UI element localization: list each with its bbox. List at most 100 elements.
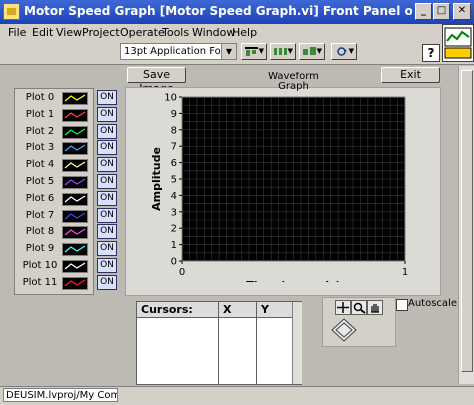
font-selector[interactable]: 13pt Application Font ▼ xyxy=(120,43,237,60)
plot-legend-row[interactable]: Plot 1 xyxy=(15,108,93,124)
plot-line-swatch[interactable] xyxy=(62,276,88,290)
x-tick-label: 1 xyxy=(402,267,408,278)
plot-name-label: Plot 9 xyxy=(25,243,55,255)
plot-legend: Plot 0 Plot 1 Plot 2 Plot 3 Plot 4 Plot 5 Plot… xyxy=(14,88,94,295)
scrollbar-thumb[interactable] xyxy=(461,70,473,372)
menu-operate[interactable]: Operate xyxy=(120,26,165,39)
reorder-icon xyxy=(337,47,347,56)
plot-line-swatch[interactable] xyxy=(62,125,88,139)
labview-app-icon xyxy=(3,3,20,20)
y-tick-label: 1 xyxy=(171,240,177,251)
plot-line-swatch[interactable] xyxy=(62,92,88,105)
plot-line-swatch[interactable] xyxy=(62,176,88,189)
minimize-button[interactable]: _ xyxy=(415,3,432,20)
context-help-button[interactable]: ? xyxy=(422,44,440,62)
plot-legend-row[interactable]: Plot 0 xyxy=(15,91,93,107)
dropdown-arrow-icon: ▼ xyxy=(348,47,354,55)
plot-name-label: Plot 7 xyxy=(25,209,55,221)
plot-name-label: Plot 0 xyxy=(25,92,55,103)
plot-line-swatch[interactable] xyxy=(62,260,88,273)
plot-on-button[interactable]: ON xyxy=(97,157,117,173)
menu-edit[interactable]: Edit xyxy=(32,26,53,39)
distribute-objects-button[interactable]: ▼ xyxy=(270,43,296,60)
plot-name-label: Plot 1 xyxy=(25,108,55,120)
plot-on-button[interactable]: ON xyxy=(97,90,117,105)
dropdown-arrow-icon: ▼ xyxy=(287,47,293,55)
plot-on-button[interactable]: ON xyxy=(97,140,117,156)
menu-project[interactable]: Project xyxy=(82,26,120,39)
plot-legend-row[interactable]: Plot 8 xyxy=(15,225,93,241)
plot-on-button[interactable]: ON xyxy=(97,241,117,257)
hand-icon xyxy=(371,304,379,313)
close-button[interactable]: ✕ xyxy=(453,3,471,20)
align-icon xyxy=(245,47,258,56)
menu-file[interactable]: File xyxy=(8,26,26,39)
title-bar: Motor Speed Graph [Motor Speed Graph.vi]… xyxy=(0,0,474,24)
y-tick-label: 8 xyxy=(171,125,177,136)
y-tick-label: 10 xyxy=(164,93,177,104)
plot-legend-row[interactable]: Plot 7 xyxy=(15,209,93,225)
crosshair-icon xyxy=(337,302,349,313)
y-tick-label: 3 xyxy=(171,207,177,218)
plot-on-button[interactable]: ON xyxy=(97,274,117,290)
dropdown-arrow-icon: ▼ xyxy=(316,47,322,55)
zoom-icon xyxy=(353,302,366,314)
resize-objects-button[interactable]: ▼ xyxy=(299,43,325,60)
plot-on-button[interactable]: ON xyxy=(97,190,117,206)
pan-tool[interactable] xyxy=(367,300,383,315)
maximize-button[interactable]: □ xyxy=(433,3,450,20)
cursor-y-header: Y xyxy=(257,302,293,318)
plot-line-swatch[interactable] xyxy=(62,159,88,173)
plot-line-swatch[interactable] xyxy=(62,209,88,223)
column-divider xyxy=(218,318,219,384)
y-tick-label: 6 xyxy=(171,158,177,169)
zoom-tool[interactable] xyxy=(351,300,367,315)
plot-on-button[interactable]: ON xyxy=(97,106,117,122)
align-objects-button[interactable]: ▼ xyxy=(241,43,267,60)
plot-on-button[interactable]: ON xyxy=(97,258,117,273)
scale-format-control[interactable] xyxy=(331,318,357,342)
plot-legend-row[interactable]: Plot 5 xyxy=(15,175,93,191)
plot-legend-row[interactable]: Plot 9 xyxy=(15,242,93,258)
plot-line-swatch[interactable] xyxy=(62,108,88,122)
plot-legend-row[interactable]: Plot 4 xyxy=(15,158,93,174)
plot-on-button[interactable]: ON xyxy=(97,174,117,189)
plot-on-button[interactable]: ON xyxy=(97,207,117,223)
cursor-legend: Cursors: X Y xyxy=(136,301,302,385)
x-axis-label: Time (seconds) xyxy=(246,279,340,282)
autoscale-label: Autoscale xyxy=(408,298,457,309)
autoscale-checkbox[interactable] xyxy=(396,299,408,311)
cursor-scrollbar[interactable] xyxy=(292,302,302,384)
y-tick-label: 5 xyxy=(171,175,177,186)
menu-window[interactable]: Window xyxy=(192,26,235,39)
plot-legend-row[interactable]: Plot 11 xyxy=(15,276,93,292)
toolbar: 13pt Application Font ▼ ▼ ▼ ▼ ▼ xyxy=(0,42,474,64)
menu-help[interactable]: Help xyxy=(232,26,257,39)
y-tick-label: 7 xyxy=(171,142,177,153)
reorder-button[interactable]: ▼ xyxy=(331,43,357,60)
plot-line-swatch[interactable] xyxy=(62,192,88,206)
plot-legend-row[interactable]: Plot 3 xyxy=(15,141,93,157)
vertical-scrollbar[interactable] xyxy=(458,66,474,384)
plot-legend-row[interactable]: Plot 10 xyxy=(15,259,93,275)
plot-line-swatch[interactable] xyxy=(62,142,88,156)
plot-legend-row[interactable]: Plot 2 xyxy=(15,125,93,141)
x-tick-label: 0 xyxy=(179,267,185,278)
dropdown-arrow-icon: ▼ xyxy=(258,47,264,55)
plot-line-swatch[interactable] xyxy=(62,226,88,240)
plot-name-label: Plot 3 xyxy=(25,142,55,154)
plot-on-button[interactable]: ON xyxy=(97,123,117,139)
plot-line-swatch[interactable] xyxy=(62,243,88,257)
menu-tools[interactable]: Tools xyxy=(162,26,189,39)
cursor-move-tool[interactable] xyxy=(335,300,351,315)
cursors-header: Cursors: xyxy=(137,302,219,318)
plot-name-label: Plot 2 xyxy=(25,125,55,137)
diamond-arrows-icon xyxy=(331,318,357,342)
y-tick-label: 4 xyxy=(171,191,177,202)
column-divider xyxy=(256,318,257,384)
plot-name-label: Plot 10 xyxy=(22,260,58,271)
plot-legend-row[interactable]: Plot 6 xyxy=(15,192,93,208)
menu-view[interactable]: View xyxy=(56,26,82,39)
cursor-x-header: X xyxy=(219,302,257,318)
plot-on-button[interactable]: ON xyxy=(97,224,117,240)
